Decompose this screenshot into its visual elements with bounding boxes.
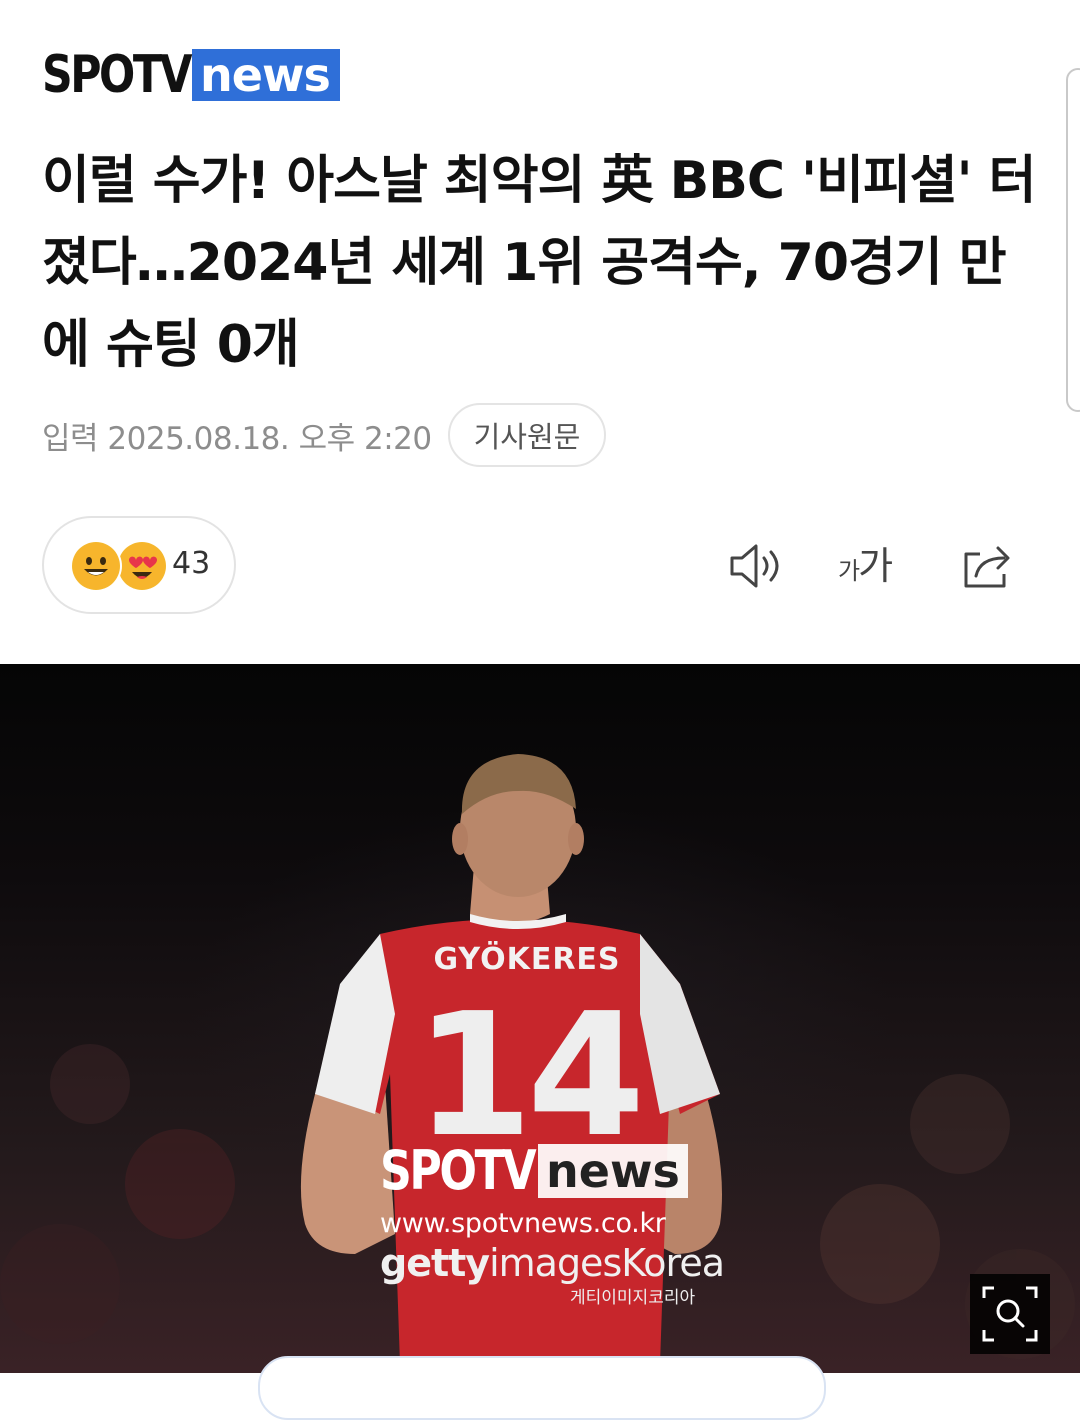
logo-spotv-text: SPOTV — [42, 45, 192, 105]
getty-watermark: gettyimagesKorea — [380, 1241, 740, 1285]
logo-news-text: news — [192, 49, 340, 101]
site-logo[interactable]: SPOTV news — [42, 48, 340, 102]
article-meta: 입력 2025.08.18. 오후 2:20 기사원문 — [42, 403, 607, 467]
side-panel-edge[interactable] — [1066, 68, 1080, 412]
font-large-glyph: 가 — [858, 544, 893, 588]
floating-action-pill[interactable] — [258, 1356, 826, 1420]
zoom-search-icon[interactable] — [970, 1274, 1050, 1354]
reaction-count: 43 — [172, 546, 211, 581]
watermark-news: news — [538, 1144, 688, 1198]
jersey-name: GYÖKERES — [433, 940, 620, 977]
photo-watermark: SPOTV news www.spotvnews.co.kr gettyimag… — [380, 1142, 740, 1309]
getty-korea: Korea — [621, 1241, 725, 1285]
published-date: 입력 2025.08.18. 오후 2:20 — [42, 420, 432, 457]
share-icon[interactable] — [958, 536, 1018, 596]
getty-bold: getty — [380, 1241, 490, 1285]
reaction-button[interactable]: 43 — [42, 516, 236, 614]
watermark-logo: SPOTV news — [380, 1142, 740, 1200]
getty-korean-text: 게티이미지코리아 — [570, 1288, 696, 1308]
font-small-glyph: 가 — [838, 557, 860, 585]
font-size-icon[interactable]: 가가 — [838, 536, 908, 596]
watermark-url: www.spotvnews.co.kr — [380, 1208, 666, 1239]
original-article-button[interactable]: 기사원문 — [447, 403, 607, 467]
heart-eyes-face-icon — [118, 542, 166, 590]
getty-light: images — [489, 1241, 622, 1285]
watermark-spotv: SPOTV — [380, 1139, 537, 1202]
article-photo[interactable]: GYÖKERES 14 SPOTV news www.spotvnews.co.… — [0, 664, 1080, 1373]
article-headline: 이럴 수가! 아스날 최악의 英 BBC '비피셜' 터졌다…2024년 세계 … — [42, 151, 1036, 375]
speaker-icon[interactable] — [728, 536, 788, 596]
grinning-face-icon — [72, 542, 120, 590]
